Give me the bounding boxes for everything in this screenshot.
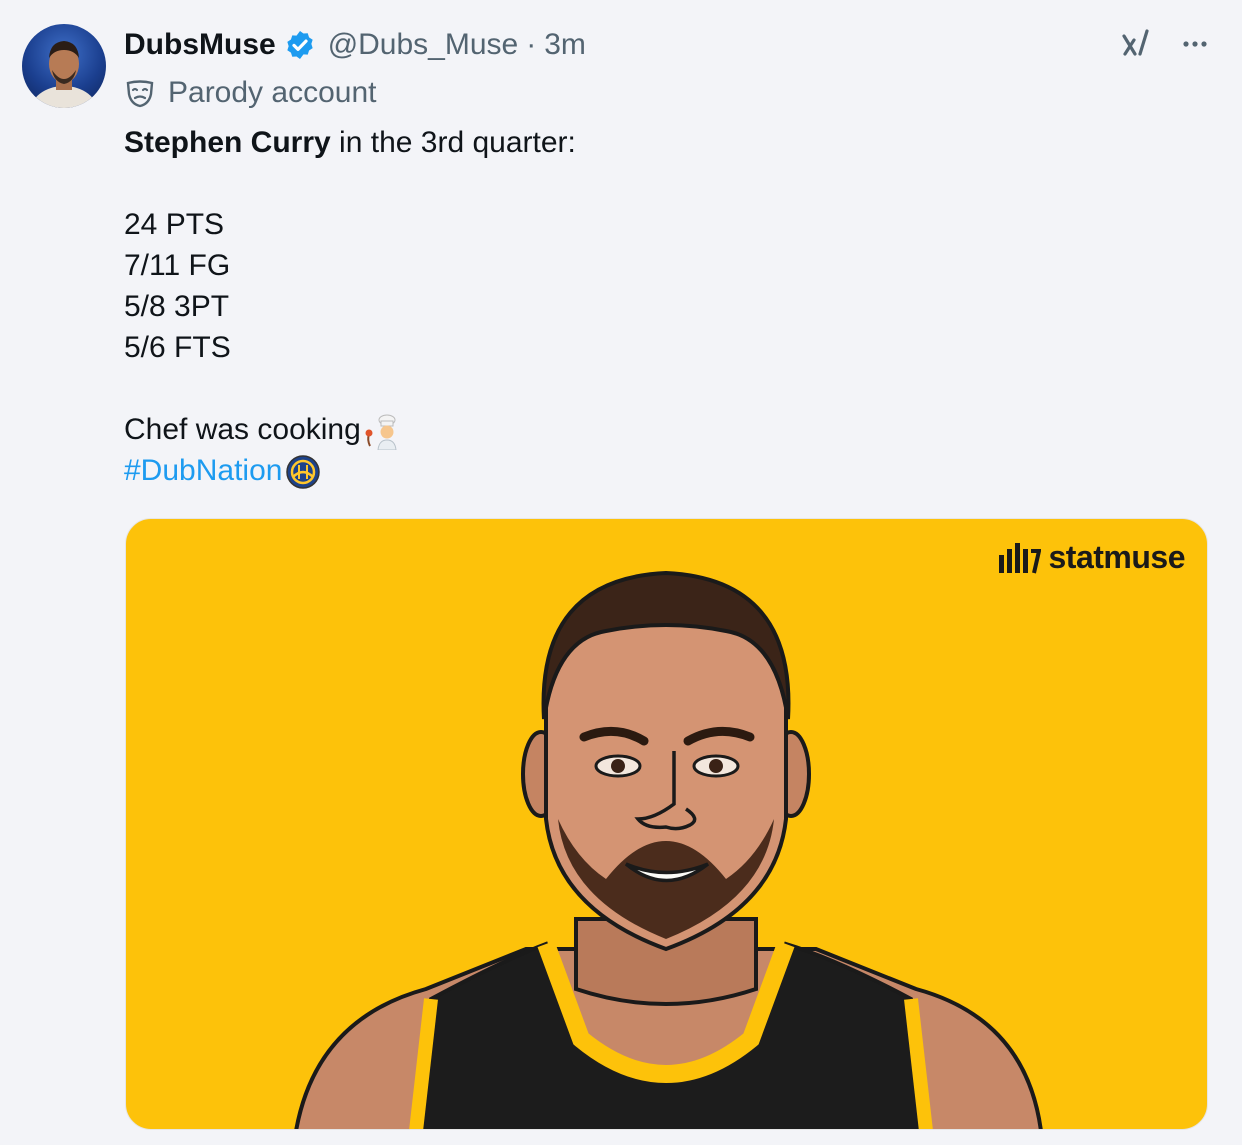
separator-dot: · [526, 28, 537, 61]
post-text: Stephen Curry in the 3rd quarter: 24 PTS… [124, 122, 576, 491]
parody-label-text: Parody account [168, 76, 377, 109]
avatar[interactable] [22, 24, 106, 108]
stat-line: 24 PTS [124, 208, 225, 241]
intro-rest: in the 3rd quarter: [330, 126, 576, 159]
post-intro-line: Stephen Curry in the 3rd quarter: [124, 122, 576, 163]
post-actions [1118, 26, 1212, 62]
statmuse-brand: statmuse [997, 539, 1186, 576]
statmuse-logo-icon [998, 542, 1041, 573]
player-illustration [294, 570, 1043, 1129]
grok-icon[interactable] [1118, 26, 1154, 62]
timestamp[interactable]: 3m [544, 28, 586, 62]
parody-label: Parody account [124, 76, 376, 110]
more-icon[interactable] [1178, 27, 1212, 61]
hashtag-line: #DubNation [124, 450, 576, 491]
cook-emoji-icon [365, 414, 397, 451]
stat-line: 5/6 FTS [124, 331, 231, 364]
display-name[interactable]: DubsMuse [124, 28, 276, 62]
hashtag-link[interactable]: #DubNation [124, 454, 282, 487]
media-card[interactable]: statmuse [125, 518, 1208, 1130]
tweet[interactable]: DubsMuse @Dubs_Muse · 3m Parody account [0, 0, 1242, 1145]
warriors-logo-icon [286, 455, 321, 489]
stat-line: 5/8 3PT [124, 290, 230, 323]
closing-line: Chef was cooking [124, 409, 576, 451]
mask-icon [126, 80, 154, 108]
post-header: DubsMuse @Dubs_Muse · 3m [124, 24, 586, 66]
player-name: Stephen Curry [124, 126, 331, 159]
stat-line: 7/11 FG [124, 249, 231, 282]
handle[interactable]: @Dubs_Muse [328, 28, 519, 62]
closing-text: Chef was cooking [124, 413, 361, 446]
statmuse-wordmark: statmuse [1048, 539, 1186, 575]
avatar-image [30, 41, 98, 108]
verified-badge-icon [287, 31, 313, 59]
